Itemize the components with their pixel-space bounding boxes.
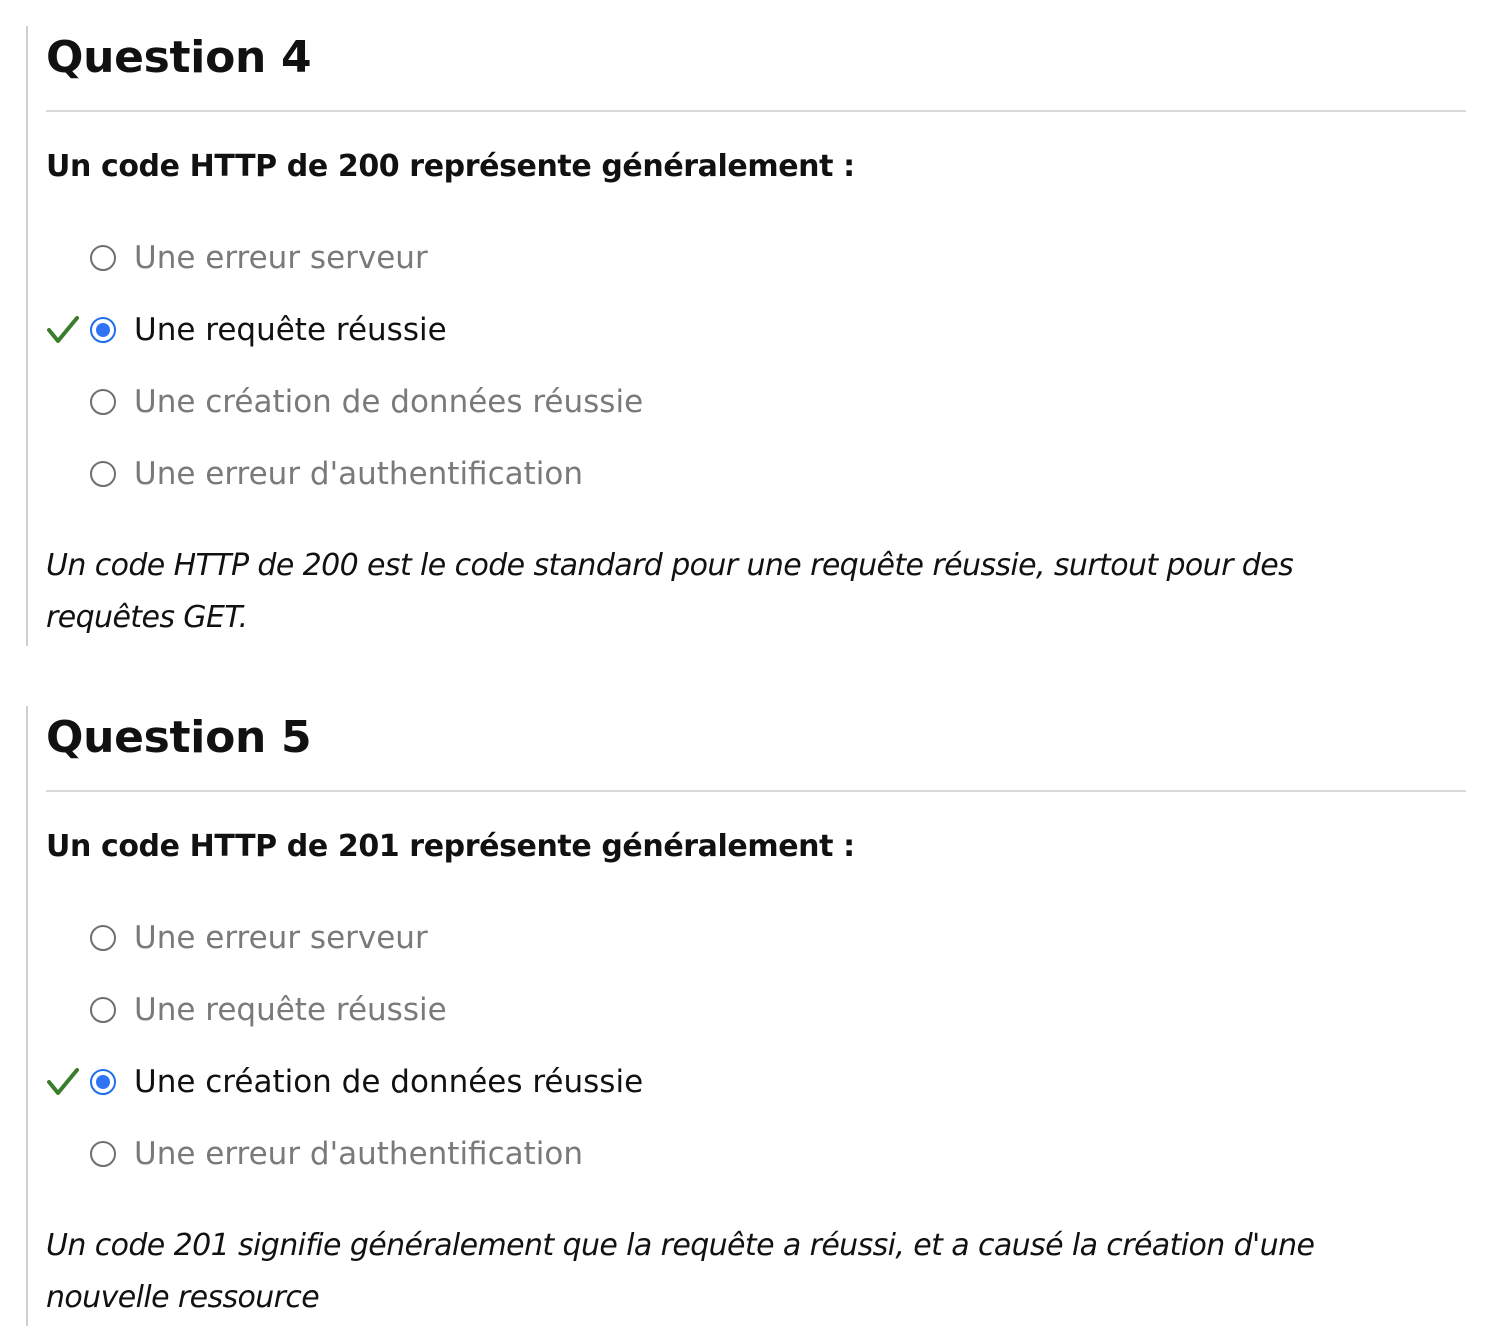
answer-label: Une erreur serveur	[134, 240, 428, 276]
question-5: Question 5 Un code HTTP de 201 représent…	[26, 706, 1466, 1326]
answer-explanation: Un code HTTP de 200 est le code standard…	[46, 540, 1456, 644]
answer-option[interactable]: Une erreur serveur	[28, 913, 928, 963]
answer-option-selected[interactable]: Une création de données réussie	[28, 1057, 928, 1107]
answer-option-selected[interactable]: Une requête réussie	[28, 305, 928, 355]
question-4: Question 4 Un code HTTP de 200 représent…	[26, 26, 1466, 646]
explanation-line: Un code 201 signifie généralement que la…	[46, 1228, 1315, 1263]
answer-explanation: Un code 201 signifie généralement que la…	[46, 1220, 1456, 1324]
answer-option[interactable]: Une création de données réussie	[28, 377, 928, 427]
radio-button[interactable]	[90, 461, 116, 487]
question-title: Question 5	[46, 712, 312, 763]
answer-label: Une création de données réussie	[134, 384, 644, 420]
answer-option[interactable]: Une erreur serveur	[28, 233, 928, 283]
question-prompt: Un code HTTP de 201 représente généralem…	[46, 829, 855, 864]
answer-label: Une requête réussie	[134, 992, 447, 1028]
question-divider	[46, 790, 1466, 792]
answer-option[interactable]: Une erreur d'authentification	[28, 1129, 928, 1179]
answer-label: Une création de données réussie	[134, 1064, 644, 1100]
question-prompt: Un code HTTP de 200 représente généralem…	[46, 149, 855, 184]
radio-button[interactable]	[90, 925, 116, 951]
radio-button-selected[interactable]	[90, 1069, 116, 1095]
answer-label: Une requête réussie	[134, 312, 447, 348]
explanation-line: requêtes GET.	[46, 600, 248, 635]
answer-option[interactable]: Une erreur d'authentification	[28, 449, 928, 499]
answer-label: Une erreur serveur	[134, 920, 428, 956]
answer-label: Une erreur d'authentification	[134, 456, 584, 492]
radio-button[interactable]	[90, 1141, 116, 1167]
radio-button[interactable]	[90, 997, 116, 1023]
radio-button[interactable]	[90, 389, 116, 415]
check-icon	[47, 1068, 79, 1095]
question-title: Question 4	[46, 32, 312, 83]
check-icon	[47, 316, 79, 343]
answer-option[interactable]: Une requête réussie	[28, 985, 928, 1035]
answer-label: Une erreur d'authentification	[134, 1136, 584, 1172]
radio-button[interactable]	[90, 245, 116, 271]
radio-button-selected[interactable]	[90, 317, 116, 343]
question-divider	[46, 110, 1466, 112]
explanation-line: Un code HTTP de 200 est le code standard…	[46, 548, 1294, 583]
explanation-line: nouvelle ressource	[46, 1280, 320, 1315]
